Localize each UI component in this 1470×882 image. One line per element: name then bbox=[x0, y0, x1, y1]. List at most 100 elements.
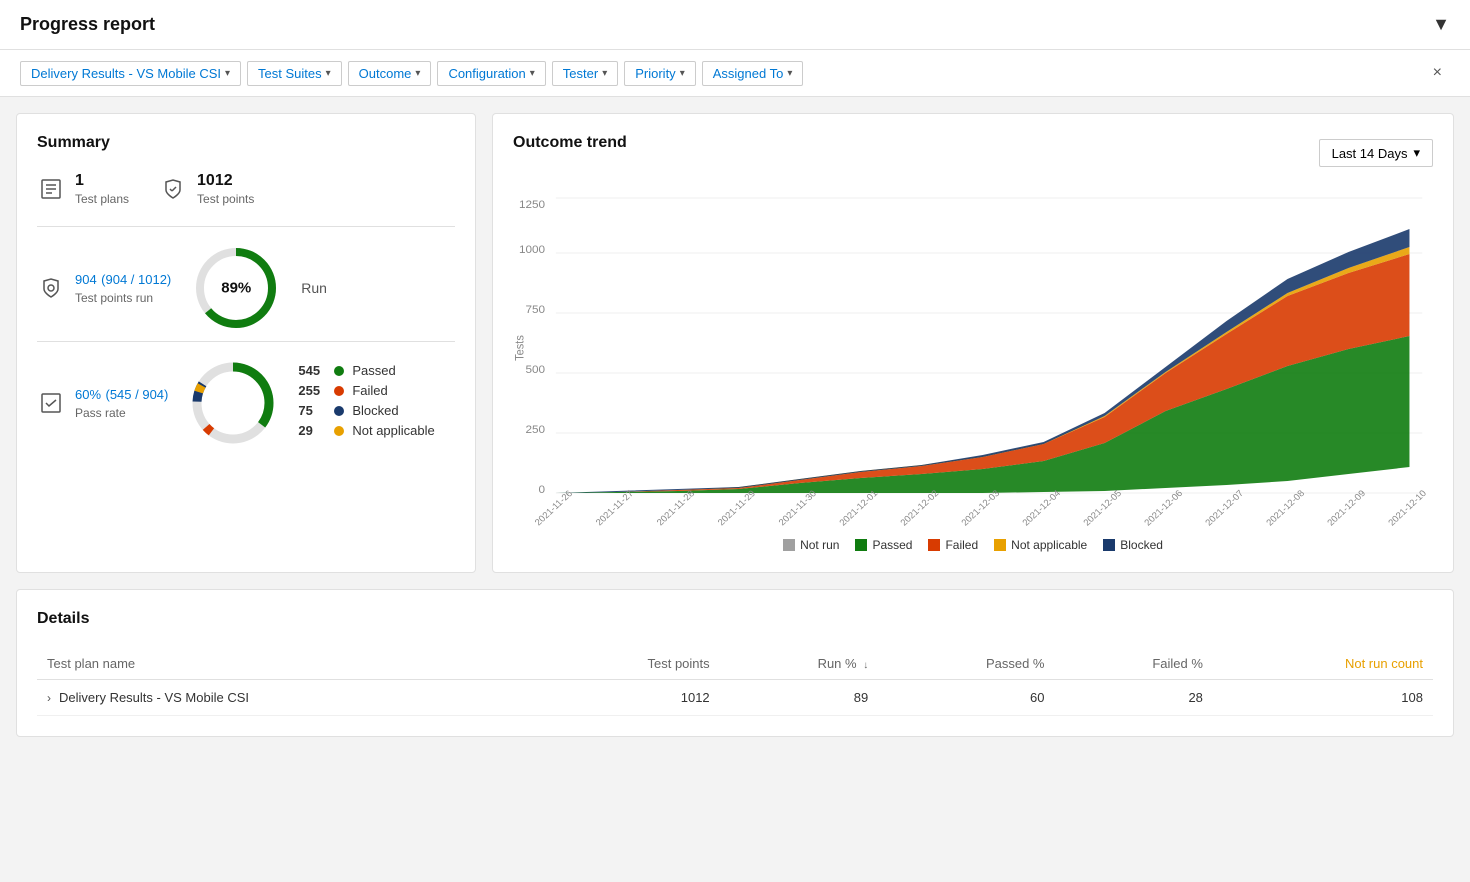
failed-label: Failed bbox=[352, 383, 387, 398]
filter-priority-label: Priority bbox=[635, 66, 675, 81]
blocked-label: Blocked bbox=[352, 403, 398, 418]
svg-text:2021-12-07: 2021-12-07 bbox=[1203, 488, 1245, 527]
outcome-header: Outcome trend Last 14 Days ▾ bbox=[513, 134, 1433, 172]
filter-configuration-label: Configuration bbox=[448, 66, 525, 81]
col-test-points: Test points bbox=[535, 648, 719, 680]
test-points-info: 1012 Test points bbox=[197, 172, 254, 206]
top-bar: Progress report ▼ bbox=[0, 0, 1470, 50]
chevron-down-icon: ▾ bbox=[1413, 145, 1420, 161]
table-header-row: Test plan name Test points Run % ↓ Passe… bbox=[37, 648, 1433, 680]
filter-test-suites[interactable]: Test Suites ▾ bbox=[247, 61, 342, 86]
svg-text:2021-12-05: 2021-12-05 bbox=[1081, 488, 1123, 527]
details-table: Test plan name Test points Run % ↓ Passe… bbox=[37, 648, 1433, 716]
summary-title: Summary bbox=[37, 134, 455, 152]
not-applicable-square bbox=[994, 539, 1006, 551]
filter-tester-label: Tester bbox=[563, 66, 598, 81]
test-points-run-item: 904 (904 / 1012) Test points run bbox=[37, 271, 171, 305]
filter-close-button[interactable]: × bbox=[1425, 60, 1450, 86]
chevron-down-icon: ▾ bbox=[326, 68, 331, 79]
svg-text:2021-12-01: 2021-12-01 bbox=[837, 488, 879, 527]
failed-legend-label: Failed bbox=[945, 538, 978, 552]
col-run-pct[interactable]: Run % ↓ bbox=[720, 648, 879, 680]
date-range-label: Last 14 Days bbox=[1332, 146, 1408, 161]
chevron-down-icon: ▾ bbox=[602, 68, 607, 79]
not-run-square bbox=[783, 539, 795, 551]
test-points-value: 1012 bbox=[197, 172, 254, 190]
run-pct-cell: 89 bbox=[720, 680, 879, 716]
test-points-icon bbox=[159, 175, 187, 203]
filter-icon[interactable]: ▼ bbox=[1432, 14, 1450, 35]
outcome-panel: Outcome trend Last 14 Days ▾ 0 250 500 7… bbox=[492, 113, 1454, 573]
chevron-down-icon: ▾ bbox=[530, 68, 535, 79]
svg-text:500: 500 bbox=[525, 364, 545, 376]
legend-not-applicable: 29 Not applicable bbox=[298, 423, 434, 438]
filter-test-suites-label: Test Suites bbox=[258, 66, 322, 81]
col-plan-name: Test plan name bbox=[37, 648, 535, 680]
filter-bar: Delivery Results - VS Mobile CSI ▾ Test … bbox=[0, 50, 1470, 97]
details-title: Details bbox=[37, 610, 1433, 628]
passed-label: Passed bbox=[352, 363, 395, 378]
col-not-run-count: Not run count bbox=[1213, 648, 1433, 680]
table-row: › Delivery Results - VS Mobile CSI 1012 … bbox=[37, 680, 1433, 716]
legend-failed-chart: Failed bbox=[928, 538, 978, 552]
filter-tester[interactable]: Tester ▾ bbox=[552, 61, 618, 86]
not-run-legend-label: Not run bbox=[800, 538, 839, 552]
svg-text:1250: 1250 bbox=[519, 199, 545, 211]
not-applicable-label: Not applicable bbox=[352, 423, 434, 438]
outcome-chart: 0 250 500 750 1000 1250 Tests bbox=[513, 188, 1433, 528]
legend-not-run: Not run bbox=[783, 538, 839, 552]
passed-dot bbox=[334, 366, 344, 376]
svg-text:Tests: Tests bbox=[514, 335, 526, 361]
top-panels: Summary 1 Test plans bbox=[16, 113, 1454, 573]
failed-dot bbox=[334, 386, 344, 396]
svg-text:2021-12-09: 2021-12-09 bbox=[1325, 488, 1367, 527]
svg-text:2021-12-08: 2021-12-08 bbox=[1264, 488, 1306, 527]
filter-outcome[interactable]: Outcome ▾ bbox=[348, 61, 432, 86]
run-donut: 89% bbox=[191, 243, 281, 333]
chevron-down-icon: ▾ bbox=[225, 68, 230, 79]
legend-not-applicable-chart: Not applicable bbox=[994, 538, 1087, 552]
filter-configuration[interactable]: Configuration ▾ bbox=[437, 61, 545, 86]
expand-icon[interactable]: › bbox=[47, 691, 51, 705]
details-panel: Details Test plan name Test points Run %… bbox=[16, 589, 1454, 737]
pass-rate-item: 60% (545 / 904) Pass rate bbox=[37, 386, 168, 420]
divider-2 bbox=[37, 341, 455, 342]
svg-text:2021-11-30: 2021-11-30 bbox=[777, 489, 819, 528]
test-points-cell: 1012 bbox=[535, 680, 719, 716]
svg-text:2021-11-28: 2021-11-28 bbox=[655, 489, 697, 528]
svg-text:250: 250 bbox=[525, 424, 545, 436]
page-title: Progress report bbox=[20, 14, 155, 35]
legend-passed-chart: Passed bbox=[855, 538, 912, 552]
test-points-item: 1012 Test points bbox=[159, 172, 254, 206]
date-range-button[interactable]: Last 14 Days ▾ bbox=[1319, 139, 1433, 167]
pass-rate-label: Pass rate bbox=[75, 406, 168, 420]
chart-legend: Not run Passed Failed Not applicable Blo… bbox=[513, 538, 1433, 552]
passed-legend-label: Passed bbox=[872, 538, 912, 552]
chevron-down-icon: ▾ bbox=[680, 68, 685, 79]
test-plans-label: Test plans bbox=[75, 192, 129, 206]
test-plans-info: 1 Test plans bbox=[75, 172, 129, 206]
svg-text:2021-12-06: 2021-12-06 bbox=[1142, 488, 1184, 527]
pass-rate-icon bbox=[37, 389, 65, 417]
blocked-dot bbox=[334, 406, 344, 416]
filter-assigned-to-label: Assigned To bbox=[713, 66, 784, 81]
blocked-legend-label: Blocked bbox=[1120, 538, 1163, 552]
test-plans-icon bbox=[37, 175, 65, 203]
svg-text:2021-11-29: 2021-11-29 bbox=[716, 489, 758, 528]
test-points-run-icon bbox=[37, 274, 65, 302]
legend-blocked-chart: Blocked bbox=[1103, 538, 1163, 552]
filter-delivery[interactable]: Delivery Results - VS Mobile CSI ▾ bbox=[20, 61, 241, 86]
svg-text:2021-11-27: 2021-11-27 bbox=[594, 489, 636, 528]
legend-blocked: 75 Blocked bbox=[298, 403, 434, 418]
svg-text:2021-12-03: 2021-12-03 bbox=[959, 488, 1001, 527]
passed-square bbox=[855, 539, 867, 551]
filter-delivery-label: Delivery Results - VS Mobile CSI bbox=[31, 66, 221, 81]
pass-rate-legend: 545 Passed 255 Failed 75 Blocked bbox=[298, 363, 434, 443]
filter-assigned-to[interactable]: Assigned To ▾ bbox=[702, 61, 804, 86]
filter-priority[interactable]: Priority ▾ bbox=[624, 61, 695, 86]
pass-row: 60% (545 / 904) Pass rate bbox=[37, 358, 455, 448]
svg-text:2021-12-02: 2021-12-02 bbox=[898, 488, 940, 527]
test-points-run-value: 904 (904 / 1012) bbox=[75, 271, 171, 289]
legend-passed: 545 Passed bbox=[298, 363, 434, 378]
run-row: 904 (904 / 1012) Test points run 89% bbox=[37, 243, 455, 333]
